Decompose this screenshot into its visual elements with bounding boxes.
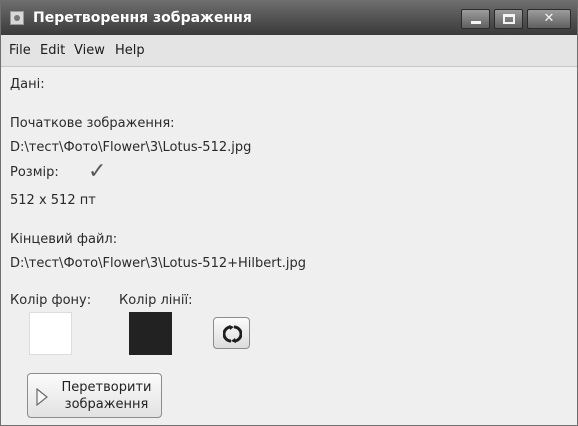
menu-edit[interactable]: Edit [40, 43, 65, 58]
checkmark-icon: ✓ [88, 159, 107, 184]
menu-file[interactable]: File [9, 43, 31, 58]
minimize-icon [471, 21, 481, 24]
convert-button-line-1: Перетворити [61, 380, 152, 395]
target-path: D:\тест\Фото\Flower\3\Lotus-512+Hilbert.… [10, 256, 306, 271]
convert-button-line-2: зображення [64, 397, 149, 412]
data-label: Дані: [10, 77, 45, 92]
swap-colors-button[interactable] [213, 317, 250, 349]
line-color-swatch[interactable] [129, 312, 172, 355]
size-label: Розмір: [10, 165, 59, 180]
title-bar: Перетворення зображення ✕ [1, 1, 577, 35]
maximize-icon [503, 14, 515, 24]
close-button[interactable]: ✕ [527, 9, 571, 29]
close-icon: ✕ [543, 11, 555, 26]
menu-help[interactable]: Help [115, 43, 145, 58]
source-label: Початкове зображення: [10, 116, 175, 131]
swap-colors-icon [223, 325, 242, 343]
menu-view[interactable]: View [74, 43, 105, 58]
maximize-button[interactable] [494, 9, 523, 29]
background-color-swatch[interactable] [29, 312, 72, 355]
menu-bar: File Edit View Help [1, 35, 577, 67]
line-color-label: Колір лінії: [119, 293, 193, 308]
app-icon [10, 11, 24, 25]
play-icon [36, 388, 48, 406]
convert-image-button[interactable]: Перетворити зображення [27, 373, 162, 418]
size-value: 512 x 512 пт [10, 193, 96, 208]
target-label: Кінцевий файл: [10, 232, 118, 247]
bg-color-label: Колір фону: [10, 293, 92, 308]
source-path: D:\тест\Фото\Flower\3\Lotus-512.jpg [10, 140, 252, 155]
app-window: Перетворення зображення ✕ File Edit View… [0, 0, 578, 426]
window-title: Перетворення зображення [33, 10, 252, 26]
convert-button-label: Перетворити зображення [54, 379, 159, 413]
minimize-button[interactable] [461, 9, 490, 29]
